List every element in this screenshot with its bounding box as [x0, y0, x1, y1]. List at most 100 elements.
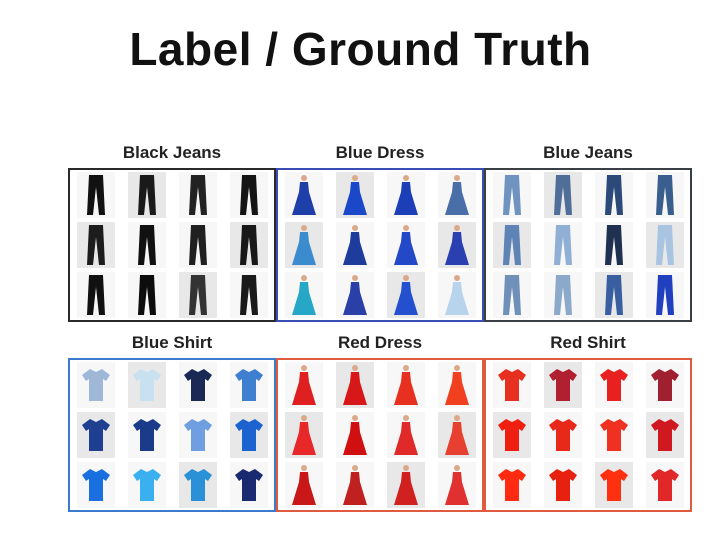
thumbnail-image: [223, 460, 274, 510]
dress-icon: [393, 275, 418, 315]
dress-icon: [342, 465, 367, 505]
dress-icon: [291, 275, 316, 315]
thumbnail-image: [380, 270, 431, 320]
slide-title: Label / Ground Truth: [129, 23, 592, 75]
dress-icon: [444, 465, 469, 505]
shirt-icon: [548, 419, 577, 451]
thumbnail-image: [431, 410, 482, 460]
thumbnail-image: [639, 170, 690, 220]
panel-label-blue-dress: Blue Dress: [335, 143, 425, 162]
shirt-icon: [599, 369, 628, 401]
thumbnail-image: [70, 270, 121, 320]
pants-icon: [137, 175, 156, 215]
dress-icon: [342, 225, 367, 265]
shirt-icon: [183, 369, 212, 401]
dress-icon: [342, 275, 367, 315]
thumbnail-image: [278, 460, 329, 510]
thumbnail-image: [639, 460, 690, 510]
thumbnail-image: [537, 460, 588, 510]
dress-icon: [393, 225, 418, 265]
pants-icon: [239, 175, 258, 215]
thumbnail-image: [431, 270, 482, 320]
thumbnail-image: [329, 410, 380, 460]
pants-icon: [604, 275, 623, 315]
thumbnail-image: [278, 220, 329, 270]
thumbnail-image: [537, 360, 588, 410]
dress-icon: [342, 415, 367, 455]
pants-icon: [137, 225, 156, 265]
thumbnail-image: [537, 220, 588, 270]
thumbnail-image: [588, 460, 639, 510]
thumbnail-image: [588, 170, 639, 220]
thumbnail-image: [172, 220, 223, 270]
pants-icon: [86, 275, 105, 315]
thumbnail-image: [380, 410, 431, 460]
thumbnail-image: [278, 270, 329, 320]
dress-icon: [444, 365, 469, 405]
pants-icon: [86, 175, 105, 215]
thumbnail-image: [537, 270, 588, 320]
shirt-icon: [497, 419, 526, 451]
thumbnail-image: [223, 270, 274, 320]
panel-label-blue-jeans: Blue Jeans: [543, 143, 633, 162]
thumbnail-image: [70, 360, 121, 410]
panel-red-dress: [276, 358, 484, 512]
thumbnail-image: [329, 170, 380, 220]
thumbnail-image: [486, 460, 537, 510]
pants-icon: [239, 225, 258, 265]
thumbnail-image: [431, 220, 482, 270]
panel-blue-dress: [276, 168, 484, 322]
shirt-icon: [183, 469, 212, 501]
thumbnail-image: [121, 460, 172, 510]
thumbnail-image: [278, 410, 329, 460]
pants-icon: [502, 275, 521, 315]
thumbnail-image: [639, 220, 690, 270]
panel-blue-shirt: [68, 358, 276, 512]
thumbnail-image: [121, 410, 172, 460]
shirt-icon: [548, 369, 577, 401]
panel-label-red-dress: Red Dress: [337, 333, 423, 352]
thumbnail-image: [380, 360, 431, 410]
dress-icon: [393, 465, 418, 505]
dress-icon: [291, 465, 316, 505]
thumbnail-image: [639, 360, 690, 410]
thumbnail-image: [486, 220, 537, 270]
thumbnail-image: [380, 170, 431, 220]
thumbnail-image: [486, 360, 537, 410]
thumbnail-image: [588, 410, 639, 460]
thumbnail-image: [431, 460, 482, 510]
shirt-icon: [234, 419, 263, 451]
pants-icon: [655, 275, 674, 315]
shirt-icon: [599, 469, 628, 501]
pants-icon: [553, 175, 572, 215]
pants-icon: [188, 275, 207, 315]
panel-red-shirt: [484, 358, 692, 512]
dress-icon: [291, 415, 316, 455]
shirt-icon: [81, 469, 110, 501]
dress-icon: [393, 365, 418, 405]
pants-icon: [188, 225, 207, 265]
shirt-icon: [132, 369, 161, 401]
pants-icon: [655, 175, 674, 215]
shirt-icon: [650, 369, 679, 401]
thumbnail-image: [70, 220, 121, 270]
thumbnail-image: [537, 170, 588, 220]
thumbnail-image: [172, 460, 223, 510]
pants-icon: [655, 225, 674, 265]
pants-icon: [502, 175, 521, 215]
thumbnail-image: [121, 220, 172, 270]
thumbnail-image: [70, 410, 121, 460]
thumbnail-image: [172, 170, 223, 220]
dress-icon: [393, 415, 418, 455]
thumbnail-image: [588, 270, 639, 320]
thumbnail-image: [588, 220, 639, 270]
pants-icon: [188, 175, 207, 215]
pants-icon: [137, 275, 156, 315]
thumbnail-image: [172, 410, 223, 460]
shirt-icon: [234, 469, 263, 501]
pants-icon: [604, 225, 623, 265]
thumbnail-image: [70, 170, 121, 220]
pants-icon: [239, 275, 258, 315]
thumbnail-image: [223, 360, 274, 410]
thumbnail-image: [172, 360, 223, 410]
